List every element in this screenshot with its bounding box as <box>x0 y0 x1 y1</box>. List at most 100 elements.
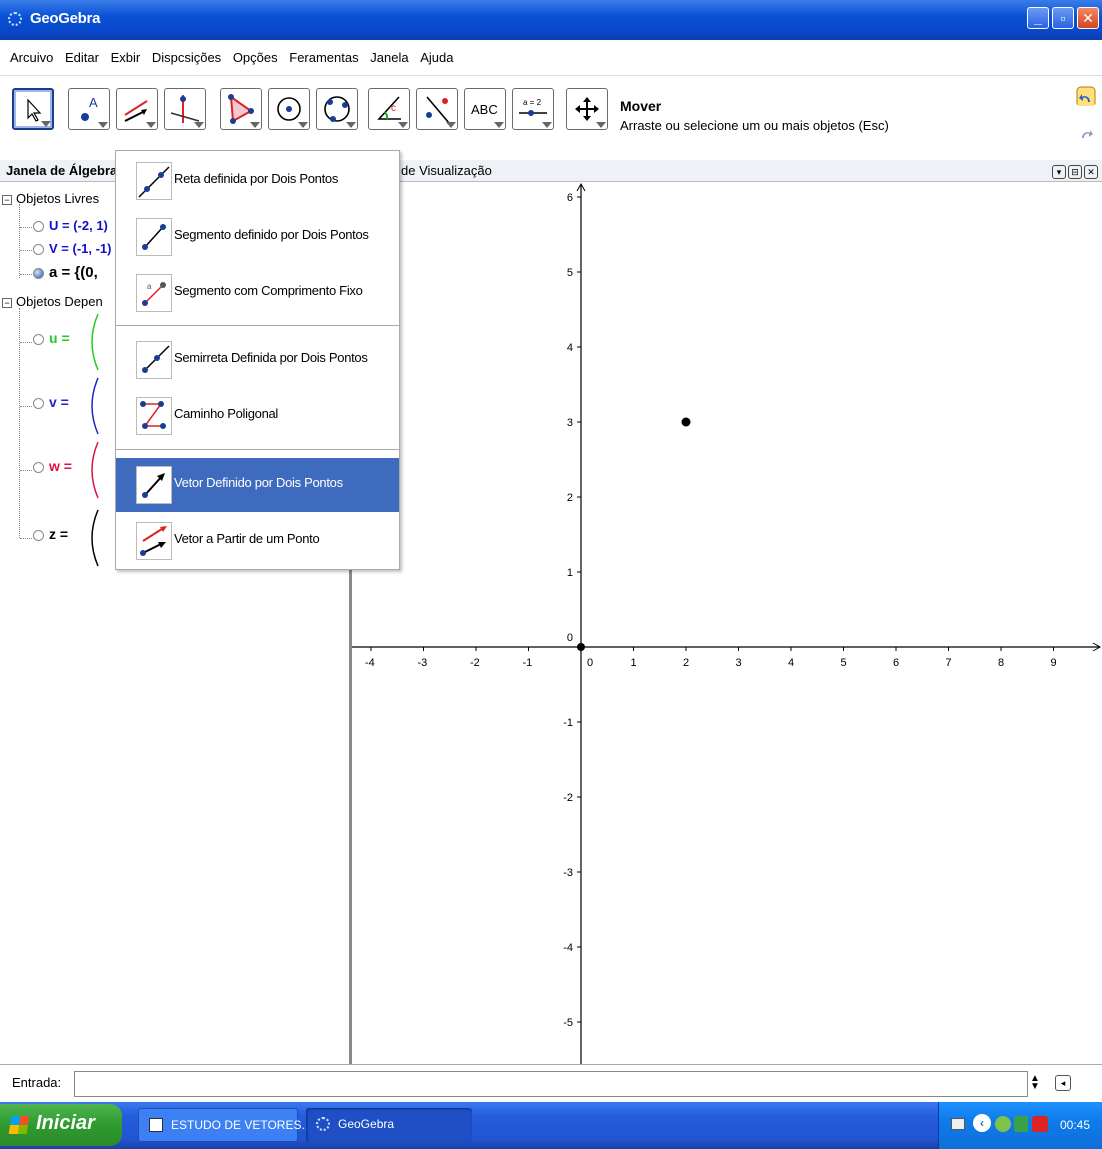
algebra-object-z[interactable]: z = <box>33 526 68 542</box>
conic-tools[interactable] <box>316 88 358 130</box>
algebra-object-w[interactable]: w = <box>33 458 72 474</box>
polygon-tools[interactable] <box>220 88 262 130</box>
close-button[interactable]: ✕ <box>1077 7 1099 29</box>
geogebra-icon <box>316 1117 330 1131</box>
window-title-bar: GeoGebra _ ▫ ✕ <box>0 0 1102 40</box>
close-view-icon[interactable]: ✕ <box>1084 165 1098 179</box>
point-tool[interactable]: A <box>68 88 110 130</box>
windows-logo-icon <box>8 1116 30 1134</box>
x-tick-label: 9 <box>1051 657 1057 669</box>
visibility-toggle-icon[interactable] <box>33 267 44 279</box>
visibility-toggle-icon[interactable] <box>33 333 44 345</box>
tool-segment-fixed-length[interactable]: a Segmento com Comprimento Fixo <box>116 266 399 320</box>
menu-exibir[interactable]: Exbir <box>107 40 145 76</box>
minimize-button[interactable]: _ <box>1027 7 1049 29</box>
input-label: Entrada: <box>12 1075 62 1090</box>
graphics-view[interactable]: -4 -3 -2 -1 0 1 2 3 4 5 6 7 8 9 6 5 4 3 2 1 0 -1 -2 -3 -4 -5 <box>352 182 1102 1064</box>
circle-tools[interactable] <box>268 88 310 130</box>
tool-vector-from-point[interactable]: Vetor a Partir de um Ponto <box>116 514 399 568</box>
visibility-toggle-icon[interactable] <box>33 397 44 409</box>
line-tools[interactable] <box>116 88 158 130</box>
segment-icon <box>142 224 166 250</box>
move-arrows-icon <box>575 97 599 121</box>
windows-taskbar: Iniciar ESTUDO DE VETORES... GeoGebra ‹ … <box>0 1102 1102 1149</box>
slider-icon: a = 2 <box>519 98 547 116</box>
visibility-toggle-icon[interactable] <box>33 461 44 473</box>
y-tick-label: 3 <box>567 417 573 429</box>
free-objects-group[interactable]: − Objetos Livres <box>2 191 99 206</box>
algebra-object-U[interactable]: U = (-2, 1) <box>33 218 108 233</box>
visibility-toggle-icon[interactable] <box>33 529 44 541</box>
security-icon[interactable] <box>1014 1116 1028 1132</box>
network-icon[interactable] <box>995 1116 1011 1132</box>
menu-arquivo[interactable]: Arcuivo <box>0 40 57 76</box>
taskbar-item-geogebra[interactable]: GeoGebra <box>306 1108 472 1142</box>
style-bar-toggle-icon[interactable]: ▾ <box>1052 165 1066 179</box>
perpendicular-tools[interactable] <box>164 88 206 130</box>
svg-text:c: c <box>391 103 396 114</box>
text-tool[interactable]: ABC <box>464 88 506 130</box>
word-document-icon <box>149 1118 163 1132</box>
move-graphics-tool[interactable] <box>566 88 608 130</box>
perpendicular-line-icon <box>170 95 200 123</box>
origin-point <box>577 643 585 651</box>
vector-from-point-icon <box>140 526 167 556</box>
undo-icon[interactable] <box>1076 86 1096 106</box>
menu-editar[interactable]: Editar <box>61 40 103 76</box>
segment-fixed-length-icon: a <box>142 282 166 306</box>
y-tick-label: -1 <box>563 717 573 729</box>
y-tick-label: -2 <box>563 792 573 804</box>
taskbar-item-word[interactable]: ESTUDO DE VETORES... <box>138 1108 311 1142</box>
history-spinner-icon[interactable]: ▲ ▼ <box>1030 1074 1040 1092</box>
x-tick-label: -4 <box>365 657 375 669</box>
menu-ferramentas[interactable]: Feramentas <box>285 40 362 76</box>
y-tick-label: 0 <box>567 632 573 644</box>
dependent-objects-group[interactable]: − Objetos Depen <box>2 294 103 309</box>
visibility-toggle-icon[interactable] <box>33 221 44 233</box>
y-tick-label: -3 <box>563 867 573 879</box>
redo-icon[interactable] <box>1076 122 1096 142</box>
tool-line-through-two-points[interactable]: Reta definida por Dois Pontos <box>116 154 399 208</box>
geogebra-app-icon <box>8 12 22 26</box>
menu-ajuda[interactable]: Ajuda <box>416 40 457 76</box>
input-field[interactable] <box>74 1071 1028 1097</box>
tray-expand-icon[interactable]: ‹ <box>973 1114 991 1132</box>
collapse-icon[interactable]: − <box>2 297 12 308</box>
menu-janela[interactable]: Janela <box>366 40 412 76</box>
tool-segment-two-points[interactable]: Segmento definido por Dois Pontos <box>116 210 399 264</box>
start-button[interactable]: Iniciar <box>0 1104 122 1146</box>
tool-polyline[interactable]: Caminho Poligonal <box>116 389 399 443</box>
undock-icon[interactable]: ⊟ <box>1068 165 1082 179</box>
keyboard-icon[interactable] <box>951 1118 965 1130</box>
x-tick-label: 5 <box>841 657 847 669</box>
transform-tools[interactable] <box>416 88 458 130</box>
algebra-object-u[interactable]: u = <box>33 330 70 346</box>
visibility-toggle-icon[interactable] <box>33 244 44 256</box>
menu-disposicoes[interactable]: Dispcsições <box>148 40 225 76</box>
acrobat-icon[interactable] <box>1032 1116 1048 1132</box>
circle-center-icon <box>277 97 301 121</box>
restore-button[interactable]: ▫ <box>1052 7 1074 29</box>
algebra-object-v[interactable]: v = <box>33 394 69 410</box>
y-tick-label: 5 <box>567 267 573 279</box>
slider-tool[interactable]: a = 2 <box>512 88 554 130</box>
x-tick-label: 8 <box>998 657 1004 669</box>
collapse-icon[interactable]: − <box>2 194 12 205</box>
x-tick-label: 6 <box>893 657 899 669</box>
tool-vector-two-points[interactable]: Vetor Definido por Dois Pontos <box>116 458 399 512</box>
circle-three-points-icon <box>324 96 350 122</box>
polygon-icon <box>228 94 254 124</box>
move-tool[interactable] <box>12 88 54 130</box>
algebra-object-a[interactable]: a = {(0, <box>33 264 98 281</box>
algebra-object-V[interactable]: V = (-1, -1) <box>33 241 112 256</box>
x-tick-label: 2 <box>683 657 689 669</box>
menu-opcoes[interactable]: Opções <box>229 40 282 76</box>
x-tick-label: -3 <box>418 657 428 669</box>
x-tick-label: 0 <box>587 657 593 669</box>
tool-ray-two-points[interactable]: Semirreta Definida por Dois Pontos <box>116 333 399 387</box>
angle-tools[interactable]: c <box>368 88 410 130</box>
y-tick-label: 4 <box>567 342 573 354</box>
y-tick-label: 1 <box>567 567 573 579</box>
input-help-icon[interactable]: ◂ <box>1055 1075 1071 1091</box>
x-tick-label: 3 <box>736 657 742 669</box>
